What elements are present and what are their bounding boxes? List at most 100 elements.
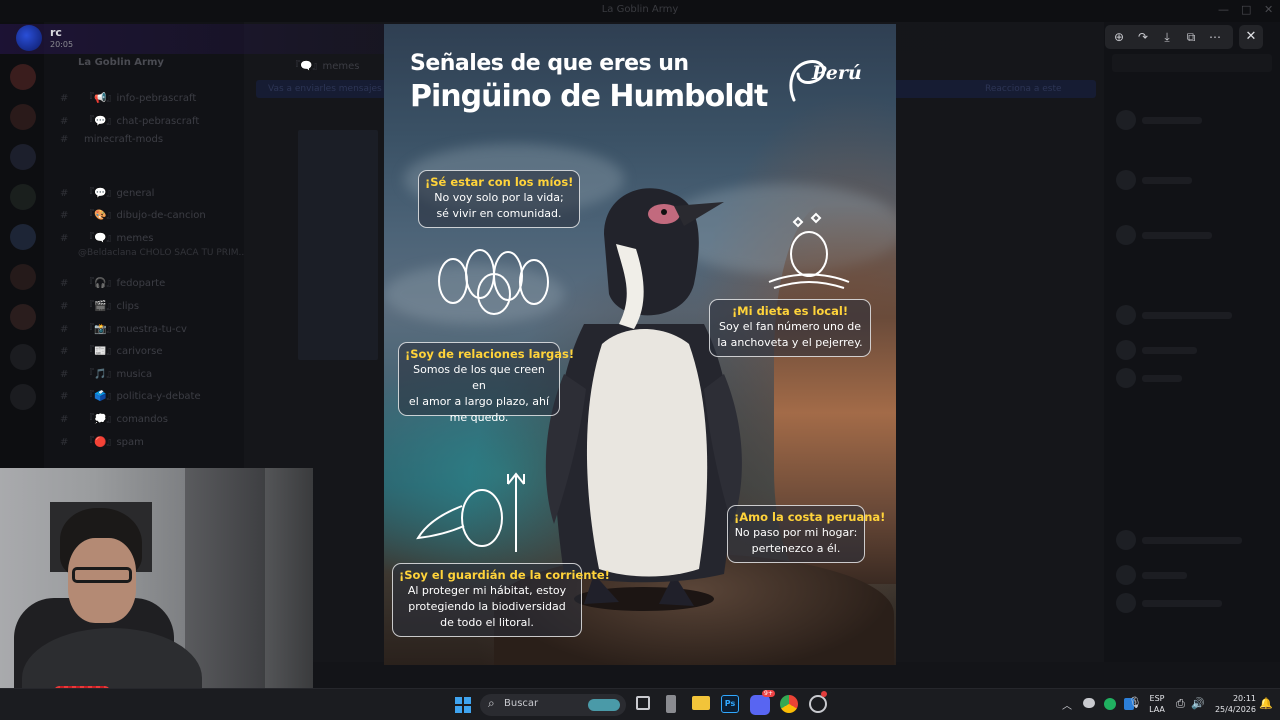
network-icon[interactable]: ⎙	[1176, 697, 1185, 711]
channel-label: 『💬』general	[84, 188, 155, 199]
sidebar-channel-item[interactable]: # 『📸』muestra-tu-cv	[60, 320, 187, 335]
close-viewer-button[interactable]: ✕	[1239, 25, 1263, 49]
server-icon[interactable]	[10, 104, 36, 130]
language-indicator[interactable]: ESP LAA	[1146, 693, 1168, 715]
channel-label: 『🎨』dibujo-de-cancion	[84, 210, 206, 221]
viewer-toolbar: ⊕ ↷ ⤓ ⧉ ⋯	[1105, 25, 1233, 49]
category-label[interactable]: @Beldaclana CHOLO SACA TU PRIM...	[78, 248, 247, 258]
member-avatar[interactable]	[1116, 225, 1136, 245]
app-icon[interactable]	[666, 695, 676, 713]
search-icon: ⌕	[488, 696, 495, 710]
chrome-icon[interactable]	[780, 695, 798, 713]
member-avatar[interactable]	[1116, 170, 1136, 190]
tray-app-icon[interactable]	[1104, 698, 1116, 710]
uploader-avatar[interactable]	[16, 25, 42, 51]
members-search[interactable]	[1112, 54, 1272, 72]
sidebar-channel-item[interactable]: # 『📢』info-pebrascraft	[60, 89, 196, 104]
tray-overflow-icon[interactable]: ︿	[1062, 697, 1072, 712]
webcam-overlay	[0, 468, 313, 720]
open-external-icon[interactable]: ⧉	[1179, 25, 1203, 49]
add-server-icon[interactable]	[10, 384, 36, 410]
discord-icon[interactable]	[750, 695, 770, 715]
search-placeholder: Buscar	[504, 698, 539, 709]
member-avatar[interactable]	[1116, 593, 1136, 613]
sidebar-channel-item[interactable]: # 『🎬』clips	[60, 297, 139, 312]
windows-start-icon[interactable]	[455, 697, 471, 713]
bubble-heading: ¡Soy de relaciones largas!	[405, 347, 575, 361]
server-icon[interactable]	[10, 224, 36, 250]
notice-action[interactable]: Reacciona a este	[985, 84, 1062, 94]
server-icon[interactable]	[10, 344, 36, 370]
minimize-icon[interactable]: —	[1218, 3, 1229, 16]
notification-center-icon[interactable]: 🔔	[1259, 697, 1273, 710]
member-avatar[interactable]	[1116, 368, 1136, 388]
sidebar-channel-item[interactable]: # 『🎨』dibujo-de-cancion	[60, 206, 206, 221]
poster-image[interactable]: Señales de que eres un Pingüino de Humbo…	[384, 24, 896, 665]
bubble-text: la anchoveta y el pejerrey.	[717, 336, 863, 349]
volume-icon[interactable]: 🔊	[1191, 697, 1205, 710]
bubble-coast: ¡Amo la costa peruana! No paso por mi ho…	[727, 505, 885, 563]
uploader-name[interactable]: rc	[50, 26, 62, 39]
bubble-community: ¡Sé estar con los míos! No voy solo por …	[418, 170, 580, 228]
channel-label: 『🗳️』politica-y-debate	[84, 391, 201, 402]
photoshop-icon[interactable]: Ps	[721, 695, 739, 713]
download-icon[interactable]: ⤓	[1155, 25, 1179, 49]
clock[interactable]: 20:11 25/4/2026	[1210, 693, 1256, 715]
server-icon[interactable]	[10, 64, 36, 90]
upload-timestamp: 20:05	[50, 40, 74, 49]
channel-label: 『🎬』clips	[84, 301, 140, 312]
onedrive-icon[interactable]	[1083, 698, 1095, 708]
sidebar-channel-item[interactable]: # 『💭』comandos	[60, 410, 168, 425]
task-view-icon[interactable]	[636, 696, 650, 710]
sidebar-channel-item[interactable]: # 『🗨️』memes	[60, 229, 153, 244]
member-name-placeholder	[1142, 232, 1212, 239]
peru-brand-text: Perú	[812, 62, 862, 84]
taskbar: ⌕ Buscar Ps 9+ ︿ 🎙 ESP LAA ⎙ 🔊 20:11 25/…	[0, 688, 1280, 720]
member-avatar[interactable]	[1116, 530, 1136, 550]
window-close-icon[interactable]: ✕	[1264, 3, 1273, 16]
microphone-icon[interactable]: 🎙	[1128, 696, 1142, 709]
bubble-text: sé vivir en comunidad.	[436, 207, 562, 220]
server-icon[interactable]	[10, 304, 36, 330]
member-name-placeholder	[1142, 600, 1222, 607]
clock-time: 20:11	[1232, 694, 1256, 703]
channel-hash-icon: #	[60, 188, 69, 199]
member-avatar[interactable]	[1116, 340, 1136, 360]
server-icon[interactable]	[10, 264, 36, 290]
sidebar-channel-item[interactable]: # 『📰』carivorse	[60, 342, 162, 357]
member-name-placeholder	[1142, 117, 1202, 124]
sidebar-channel-item[interactable]: # 『🎵』musica	[60, 365, 152, 380]
sidebar-channel-item[interactable]: # 『🔴』spam	[60, 433, 144, 448]
message-image-thumbnail[interactable]	[298, 130, 378, 360]
screen: La Goblin Army — □ ✕ La Goblin Army # 『📢』…	[0, 0, 1280, 720]
sidebar-channel-item[interactable]: # 『🗳️』politica-y-debate	[60, 387, 201, 402]
discord-badge: 9+	[762, 690, 775, 697]
bubble-text: me quedo.	[449, 411, 509, 424]
channel-label: 『📢』info-pebrascraft	[84, 93, 197, 104]
channel-label: 『🎧』fedoparte	[84, 278, 166, 289]
zoom-in-icon[interactable]: ⊕	[1107, 25, 1131, 49]
member-name-placeholder	[1142, 312, 1232, 319]
forward-icon[interactable]: ↷	[1131, 25, 1155, 49]
server-name[interactable]: La Goblin Army	[78, 57, 164, 68]
member-avatar[interactable]	[1116, 305, 1136, 325]
maximize-icon[interactable]: □	[1241, 3, 1251, 16]
server-icon[interactable]	[10, 184, 36, 210]
server-rail	[0, 22, 44, 472]
member-name-placeholder	[1142, 572, 1187, 579]
sidebar-channel-item[interactable]: # 『💬』chat-pebrascraft	[60, 112, 199, 127]
app-icon[interactable]	[809, 695, 827, 713]
sidebar-channel-item[interactable]: # minecraft-mods	[60, 134, 163, 145]
sidebar-channel-item[interactable]: # 『💬』general	[60, 184, 154, 199]
sidebar-channel-item[interactable]: # 『🎧』fedoparte	[60, 274, 165, 289]
member-avatar[interactable]	[1116, 110, 1136, 130]
more-icon[interactable]: ⋯	[1203, 25, 1227, 49]
member-avatar[interactable]	[1116, 565, 1136, 585]
channel-hash-icon: #	[60, 324, 69, 335]
penguin-guardian-doodle	[416, 472, 525, 552]
taskbar-search[interactable]: ⌕ Buscar	[480, 694, 626, 716]
server-icon[interactable]	[10, 144, 36, 170]
file-explorer-icon[interactable]	[692, 696, 710, 710]
webcam-person-glasses	[72, 567, 132, 583]
channel-label: minecraft-mods	[84, 134, 164, 145]
